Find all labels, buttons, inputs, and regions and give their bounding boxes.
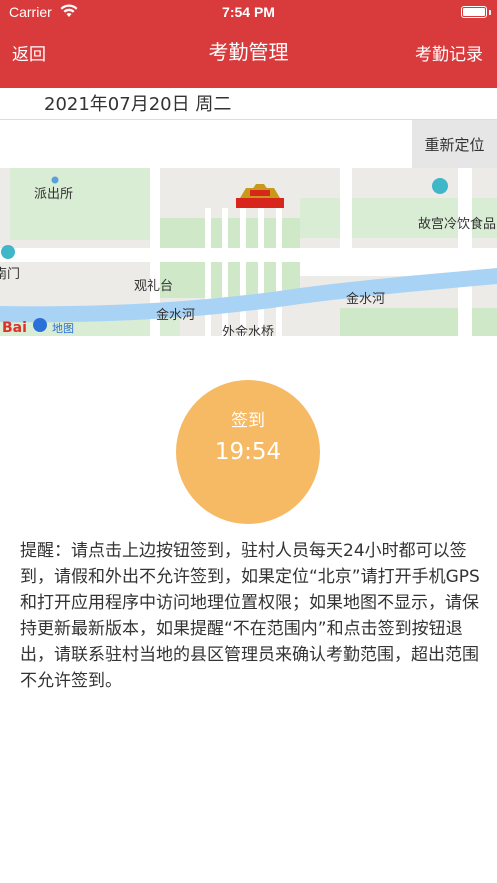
checkin-time: 19:54 [214,439,282,465]
svg-text:金水河: 金水河 [156,307,195,323]
checkin-label: 签到 [231,411,265,431]
relocate-button[interactable]: 重新定位 [412,120,497,168]
svg-text:南门: 南门 [0,266,20,282]
date-row: 2021年07月20日 周二 [0,88,497,120]
nav-bar: 返回 考勤管理 考勤记录 [0,26,497,78]
checkin-button[interactable]: 签到 19:54 [176,380,320,524]
svg-text:Bai: Bai [2,320,27,336]
battery-icon [461,6,491,18]
attendance-records-button[interactable]: 考勤记录 [415,40,483,65]
notice-text: 提醒：请点击上边按钮签到，驻村人员每天24小时都可以签到，请假和外出不允许签到，… [20,541,480,691]
svg-text:派出所: 派出所 [34,187,73,202]
svg-text:观礼台: 观礼台 [134,278,173,294]
svg-text:地图: 地图 [52,322,74,335]
current-date: 2021年07月20日 周二 [44,94,232,115]
top-bar: Carrier 7:54 PM 返回 考勤管理 考勤记录 [0,0,497,88]
svg-text:外金水桥: 外金水桥 [222,324,274,336]
map-canvas: 派出所 故宫冷饮食品 南门 观礼台 金水河 金水河 外金水桥 Bai 地图 [0,168,497,336]
location-row: 重新定位 [0,120,497,168]
status-time: 7:54 PM [222,4,275,20]
svg-text:故宫冷饮食品: 故宫冷饮食品 [418,216,496,232]
status-bar: Carrier 7:54 PM [0,0,497,26]
map-view[interactable]: 派出所 故宫冷饮食品 南门 观礼台 金水河 金水河 外金水桥 Bai 地图 [0,168,497,336]
svg-text:金水河: 金水河 [346,291,385,307]
